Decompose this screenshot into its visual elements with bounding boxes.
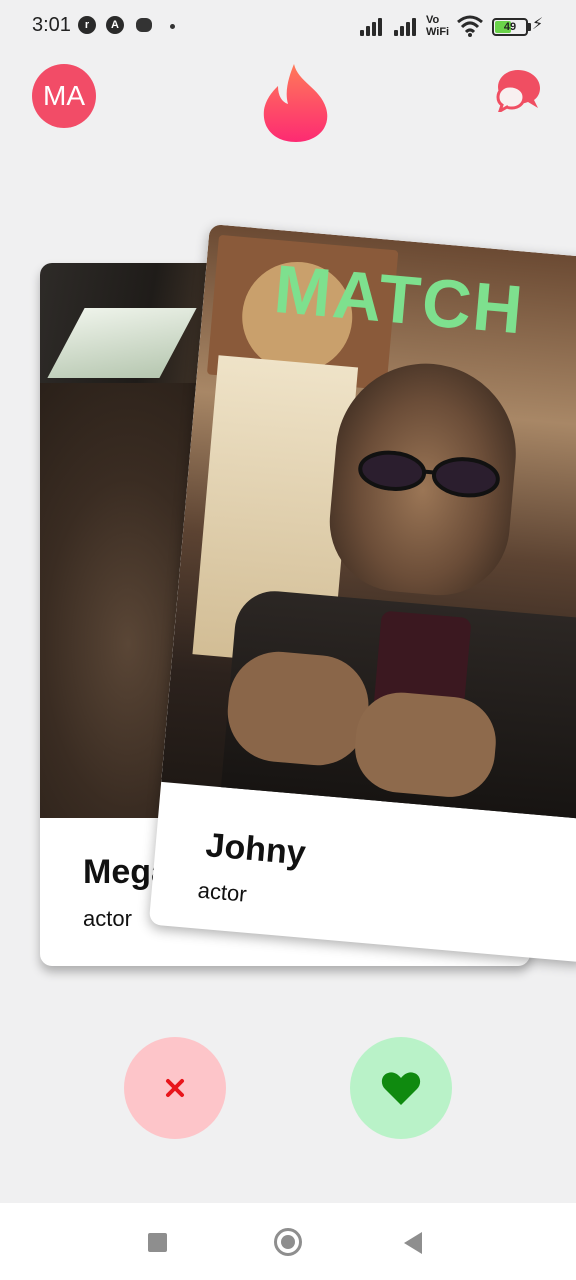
close-x-icon	[166, 1079, 184, 1097]
chat-bubbles-icon[interactable]	[496, 66, 544, 112]
dot-icon	[170, 24, 175, 29]
status-bar: 3:01 r A Vo WiFi 49 ⚡	[0, 0, 576, 56]
battery-tip	[528, 23, 531, 31]
avatar[interactable]: MA	[32, 64, 96, 128]
wifi-icon	[457, 15, 483, 37]
home-inner-dot	[281, 1235, 295, 1249]
card-occupation: actor	[196, 877, 248, 907]
notification-r-icon: r	[78, 16, 96, 34]
status-time: 3:01	[32, 14, 71, 36]
notification-a-icon: A	[106, 16, 124, 34]
card-occupation: actor	[83, 906, 132, 931]
triangle-back-icon[interactable]	[404, 1232, 422, 1254]
profile-card-johny[interactable]: MATCH Johny actor	[148, 224, 576, 963]
system-nav-bar	[0, 1203, 576, 1280]
like-button[interactable]	[350, 1037, 452, 1139]
heart-icon	[381, 1072, 421, 1105]
battery-level: 49	[503, 21, 517, 33]
cat-icon	[136, 18, 152, 32]
signal-icon-2	[394, 16, 422, 36]
battery-icon: 49	[492, 18, 528, 36]
flame-icon	[263, 64, 328, 142]
square-icon[interactable]	[148, 1233, 167, 1252]
signal-icon	[360, 16, 388, 36]
profile-photo: MATCH	[161, 224, 576, 821]
photo-hand-right	[351, 688, 500, 801]
photo-hand-left	[223, 647, 373, 770]
vowifi-bottom: WiFi	[426, 26, 450, 38]
dislike-button[interactable]	[124, 1037, 226, 1139]
circle-home-icon[interactable]	[274, 1228, 302, 1256]
photo-window	[47, 308, 197, 378]
card-name: Johny	[204, 826, 308, 873]
vowifi-label: Vo WiFi	[426, 14, 449, 38]
charging-bolt-icon: ⚡	[532, 16, 544, 33]
vowifi-top: Vo	[426, 14, 440, 26]
